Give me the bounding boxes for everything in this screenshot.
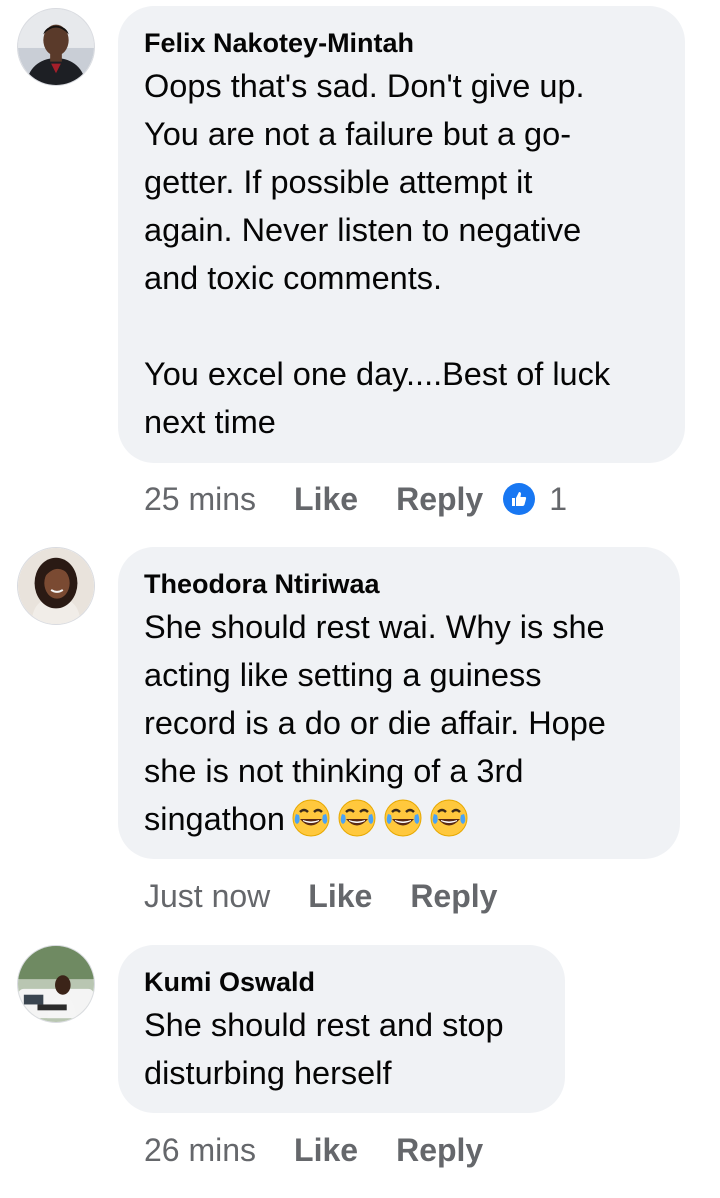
comment-line: she is not thinking of a 3rd: [144, 753, 524, 789]
comment-line: Oops that's sad. Don't give up.: [144, 68, 585, 104]
reply-button[interactable]: Reply: [410, 878, 497, 915]
tears-of-joy-emoji: [383, 798, 423, 838]
comment-line: singathon: [144, 801, 285, 837]
reply-button[interactable]: Reply: [396, 481, 483, 518]
tears-of-joy-emoji: [429, 798, 469, 838]
avatar-felix[interactable]: [17, 8, 95, 86]
comment-line: again. Never listen to negative: [144, 212, 582, 248]
comment-actions: 26 mins Like Reply: [144, 1130, 483, 1170]
comment-bubble-felix: Felix Nakotey-Mintah Oops that's sad. Do…: [118, 6, 685, 463]
comment-bubble-theodora: Theodora Ntiriwaa She should rest wai. W…: [118, 547, 680, 859]
comment-timestamp[interactable]: 26 mins: [144, 1132, 256, 1169]
comment-actions: 25 mins Like Reply 1: [144, 479, 567, 519]
comment-author[interactable]: Felix Nakotey-Mintah: [144, 26, 659, 60]
reaction-count: 1: [549, 480, 568, 517]
avatar-kumi-image: [18, 946, 94, 1022]
reaction-summary[interactable]: 1: [503, 481, 567, 518]
comment-timestamp[interactable]: Just now: [144, 878, 270, 915]
like-button[interactable]: Like: [294, 481, 358, 518]
comment-actions: Just now Like Reply: [144, 876, 497, 916]
comment-line: next time: [144, 404, 276, 440]
comment-author[interactable]: Theodora Ntiriwaa: [144, 567, 654, 601]
avatar-kumi[interactable]: [17, 945, 95, 1023]
comment-timestamp[interactable]: 25 mins: [144, 481, 256, 518]
comment-line: You are not a failure but a go-: [144, 116, 572, 152]
comment-line: and toxic comments.: [144, 260, 443, 296]
comment-bubble-kumi: Kumi Oswald She should rest and stop dis…: [118, 945, 565, 1113]
comment-line: She should rest wai. Why is she: [144, 609, 605, 645]
avatar-theodora[interactable]: [17, 547, 95, 625]
comment-line: You excel one day....Best of luck: [144, 356, 611, 392]
avatar-theodora-image: [18, 548, 94, 624]
comment-line: record is a do or die affair. Hope: [144, 705, 606, 741]
like-button[interactable]: Like: [294, 1132, 358, 1169]
comment-author[interactable]: Kumi Oswald: [144, 965, 539, 999]
comment-text: She should rest wai. Why is she acting l…: [144, 603, 654, 843]
comment-line: acting like setting a guiness: [144, 657, 542, 693]
comment-line: disturbing herself: [144, 1055, 392, 1091]
comment-text: She should rest and stop disturbing hers…: [144, 1001, 539, 1097]
tears-of-joy-emoji: [291, 798, 331, 838]
reply-button[interactable]: Reply: [396, 1132, 483, 1169]
comment-line: She should rest and stop: [144, 1007, 504, 1043]
like-reaction-icon: [503, 483, 536, 515]
comment-text: Oops that's sad. Don't give up. You are …: [144, 62, 659, 446]
comment-line-with-emoji: singathon: [144, 795, 654, 843]
tears-of-joy-emoji: [337, 798, 377, 838]
comment-line: getter. If possible attempt it: [144, 164, 533, 200]
like-button[interactable]: Like: [308, 878, 372, 915]
avatar-felix-image: [18, 9, 94, 85]
comment-blank-line: [144, 302, 659, 350]
